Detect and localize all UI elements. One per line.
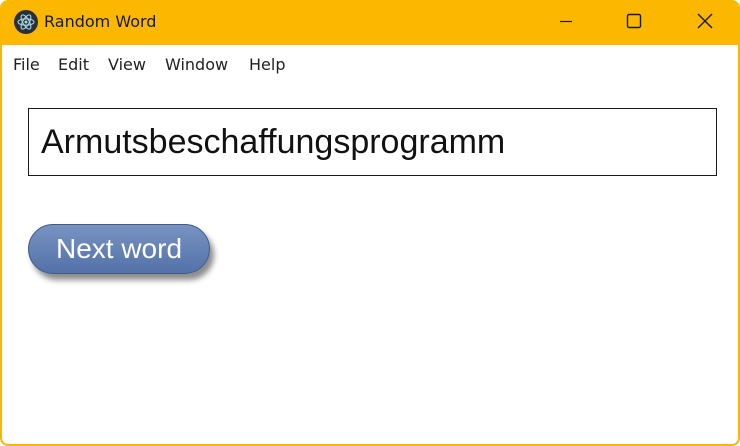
menu-edit[interactable]: Edit [58, 55, 89, 75]
app-window: Random Word File Edit View Window Help A… [0, 0, 740, 446]
minimize-button[interactable] [531, 0, 601, 45]
window-title: Random Word [44, 12, 157, 31]
title-bar[interactable]: Random Word [2, 0, 738, 45]
maximize-icon [626, 13, 642, 33]
menu-window[interactable]: Window [165, 55, 228, 75]
menu-view[interactable]: View [108, 55, 146, 75]
electron-icon [14, 10, 38, 34]
next-word-button[interactable]: Next word [28, 224, 210, 274]
close-icon [696, 12, 714, 34]
menu-help[interactable]: Help [249, 55, 285, 75]
word-display: Armutsbeschaffungsprogramm [28, 108, 717, 176]
menu-file[interactable]: File [13, 55, 40, 75]
random-word-text: Armutsbeschaffungsprogramm [41, 123, 506, 161]
close-button[interactable] [670, 0, 738, 45]
menu-bar: File Edit View Window Help [2, 45, 738, 85]
maximize-button[interactable] [599, 0, 669, 45]
minimize-icon [559, 13, 573, 32]
